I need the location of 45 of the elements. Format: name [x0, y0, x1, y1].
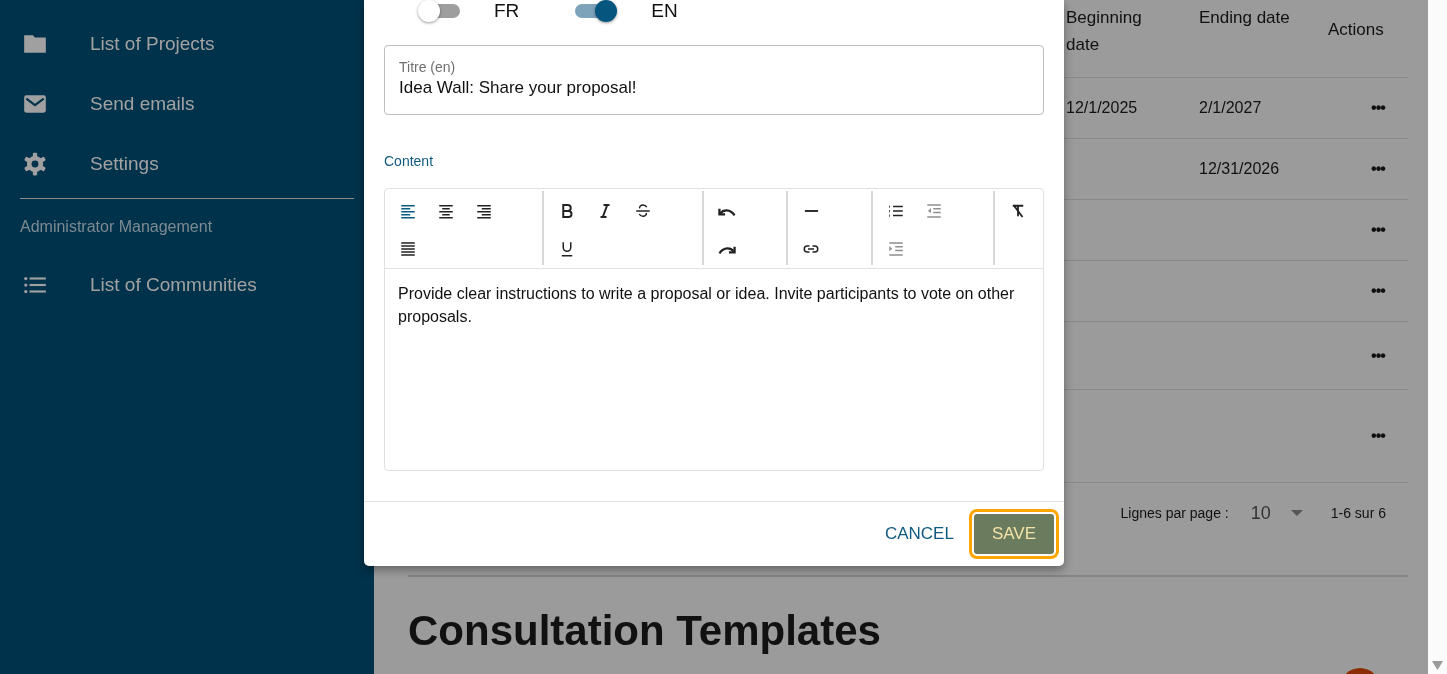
outdent-icon [925, 202, 943, 220]
more-button[interactable]: ••• [1371, 427, 1385, 445]
field-label: Titre (en) [399, 59, 457, 75]
field-value: Idea Wall: Share your proposal! [399, 78, 638, 98]
section-heading: Consultation Templates [408, 607, 882, 655]
nav-item[interactable]: Settings [0, 134, 374, 194]
settings-icon [22, 151, 48, 177]
more-button[interactable]: ••• [1371, 282, 1385, 300]
caret-icon [1290, 510, 1303, 516]
align-right-icon [475, 202, 493, 220]
bullet-list-icon [887, 202, 905, 220]
table-cell: 2/1/2027 [1199, 99, 1262, 116]
scroll-down-arrow-icon[interactable] [1432, 661, 1443, 670]
cancel-button[interactable]: CANCEL [874, 514, 964, 554]
horizontal-line-icon [803, 209, 819, 213]
undo-icon [718, 206, 736, 216]
nav-item[interactable]: List of Communities [0, 255, 374, 315]
editor-text[interactable]: Provide clear instructions to write a proposal or idea. Invite participants to vote on other proposals. [385, 269, 1043, 341]
align-justify-icon [399, 240, 417, 258]
align-center-icon [437, 202, 455, 220]
language-label: FR [494, 0, 520, 22]
indent-icon [887, 240, 905, 258]
column-header: Actions [1328, 19, 1385, 41]
rows-per-page-select[interactable]: 10 [1250, 502, 1303, 524]
nav-item[interactable]: List of Projects [0, 14, 374, 74]
nav-item[interactable]: Send emails [0, 74, 374, 134]
column-header: Ending date [1199, 7, 1291, 29]
table-cell: 12/1/2025 [1066, 99, 1138, 116]
more-button[interactable]: ••• [1371, 99, 1385, 117]
more-button[interactable]: ••• [1371, 221, 1385, 239]
page-range: 1-6 sur 6 [1330, 505, 1386, 521]
redo-icon [718, 244, 736, 254]
align-left-icon [399, 202, 417, 220]
table-cell: 12/31/2026 [1199, 160, 1280, 177]
section-title: Administrator Management [19, 217, 214, 237]
title-field[interactable]: Titre (en) Idea Wall: Share your proposal! [384, 45, 1044, 115]
toggle-switch[interactable] [418, 0, 460, 22]
rows-per-page-label: Lignes par page : [1120, 505, 1229, 521]
strikethrough-icon [634, 202, 652, 220]
content-label: Content [384, 153, 435, 169]
language-label: EN [651, 0, 678, 22]
column-header: Beginning date [1066, 7, 1143, 56]
more-button[interactable]: ••• [1371, 160, 1385, 178]
more-button[interactable]: ••• [1371, 346, 1385, 365]
toggle-switch[interactable] [575, 0, 618, 22]
